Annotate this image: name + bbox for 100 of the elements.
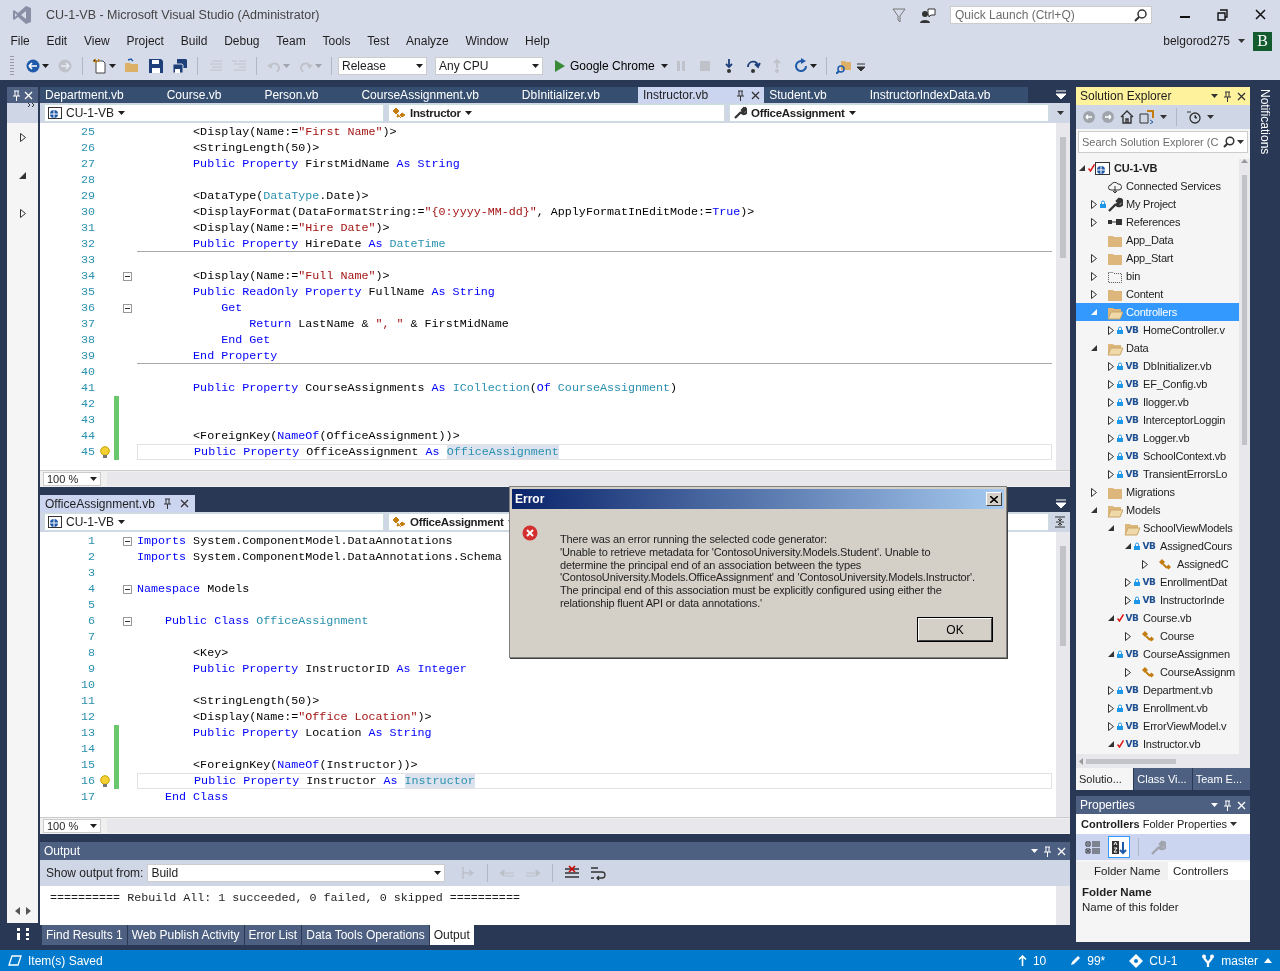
collapsed-arrow-icon[interactable] — [1091, 271, 1097, 281]
menu-item[interactable]: Test — [358, 32, 398, 50]
filter-icon[interactable] — [892, 7, 906, 23]
menu-item[interactable]: Build — [172, 32, 216, 50]
caret-icon[interactable] — [118, 111, 125, 115]
feedback-icon[interactable] — [920, 7, 936, 23]
menu-item[interactable]: Debug — [215, 32, 268, 50]
caret-icon[interactable] — [809, 64, 817, 68]
scrollbar[interactable] — [1056, 123, 1070, 470]
document-tab[interactable]: OfficeAssignment.vb — [40, 495, 195, 512]
tree-item[interactable]: VB CourseAssignmen — [1076, 645, 1239, 663]
collapsed-arrow-icon[interactable] — [1125, 631, 1131, 641]
dropdown-icon[interactable] — [1031, 849, 1038, 853]
collapsed-arrow-icon[interactable] — [19, 133, 26, 142]
panel-tab[interactable]: Team E... — [1192, 768, 1250, 790]
tree-item[interactable]: References — [1076, 213, 1239, 231]
expanded-arrow-icon[interactable] — [1108, 615, 1114, 621]
restore-icon[interactable] — [1217, 9, 1229, 21]
collapsed-arrow-icon[interactable] — [1125, 577, 1131, 587]
tab-menu-icon[interactable] — [1056, 498, 1066, 508]
branch-icon[interactable] — [1201, 954, 1216, 967]
panel-tab[interactable]: Error List — [244, 925, 302, 945]
sort-alphabetical-icon[interactable] — [1111, 839, 1127, 855]
tree-item[interactable]: Data — [1076, 339, 1239, 357]
class-dropdown[interactable]: Instructor — [388, 104, 725, 122]
tree-item[interactable]: VB TransientErrorsLo — [1076, 465, 1239, 483]
tree-item[interactable]: VB Logger.vb — [1076, 429, 1239, 447]
tree-item[interactable]: App_Start — [1076, 249, 1239, 267]
scrollbar[interactable] — [1056, 532, 1070, 817]
scrollbar[interactable] — [1239, 159, 1250, 754]
repository-name[interactable]: CU-1 — [1149, 953, 1178, 968]
menu-item[interactable]: Team — [267, 32, 315, 50]
menu-item[interactable]: Window — [457, 32, 517, 50]
caret-icon[interactable] — [1230, 822, 1238, 826]
caret-icon[interactable] — [118, 520, 125, 524]
tree-item[interactable]: VB ErrorViewModel.v — [1076, 717, 1239, 735]
collapsed-arrow-icon[interactable] — [1091, 253, 1097, 263]
tree-item[interactable]: Course — [1076, 627, 1239, 645]
step-over-icon[interactable] — [744, 58, 761, 74]
branch-name[interactable]: master — [1221, 953, 1258, 968]
pin-icon[interactable] — [1223, 90, 1232, 102]
caret-icon[interactable] — [416, 64, 423, 68]
expanded-arrow-icon[interactable] — [1125, 543, 1131, 549]
tree-item[interactable]: AssignedC — [1076, 555, 1239, 573]
collapse-icon[interactable] — [123, 536, 132, 546]
tree-item[interactable]: VB Instructor.vb — [1076, 735, 1239, 753]
new-item-icon[interactable] — [92, 58, 108, 74]
caret-icon[interactable] — [434, 871, 442, 875]
sync-icon[interactable] — [1139, 110, 1155, 124]
caret-icon[interactable] — [660, 64, 668, 68]
document-tab[interactable]: DbInitializer.vb — [516, 87, 638, 103]
document-tab[interactable]: Course.vb — [161, 87, 260, 103]
menu-item[interactable]: Edit — [38, 32, 76, 50]
collapsed-arrow-icon[interactable] — [1108, 433, 1114, 443]
categorized-icon[interactable] — [1085, 839, 1101, 855]
collapsed-arrow-icon[interactable] — [1108, 469, 1114, 479]
pending-count[interactable]: 10 — [1032, 953, 1047, 968]
history-icon[interactable] — [1186, 110, 1202, 124]
caret-icon[interactable] — [42, 64, 49, 68]
caret-icon[interactable] — [1160, 115, 1167, 119]
caret-icon[interactable] — [1237, 140, 1244, 144]
panel-tab[interactable]: Web Publish Activity — [127, 925, 244, 945]
document-tab[interactable]: Person.vb — [259, 87, 357, 103]
scrollbar[interactable] — [1056, 886, 1070, 925]
scrollbar[interactable] — [1076, 754, 1250, 768]
pin-icon[interactable] — [162, 498, 172, 509]
tree-item[interactable]: VB InterceptorLoggin — [1076, 411, 1239, 429]
expanded-arrow-icon[interactable] — [19, 172, 26, 179]
split-handle-icon[interactable] — [16, 928, 20, 940]
close-icon[interactable] — [751, 90, 761, 100]
save-all-icon[interactable] — [172, 58, 188, 74]
dropdown[interactable]: Any CPU — [435, 57, 543, 75]
dropdown[interactable]: Release — [338, 57, 427, 75]
home-icon[interactable] — [1120, 110, 1134, 124]
tree-item[interactable]: VB EnrollmentDat — [1076, 573, 1239, 591]
tree-item[interactable]: Models — [1076, 501, 1239, 519]
diamond-icon[interactable] — [1129, 953, 1144, 968]
collapsed-arrow-icon[interactable] — [1108, 361, 1114, 371]
dropdown-icon[interactable] — [1211, 94, 1218, 98]
menu-item[interactable]: File — [2, 32, 39, 50]
close-button[interactable] — [986, 492, 1002, 506]
ok-button[interactable]: OK — [918, 618, 992, 641]
zoom-dropdown[interactable]: 100 % — [43, 472, 101, 486]
close-icon[interactable] — [1255, 9, 1267, 21]
caret-icon[interactable] — [90, 477, 97, 481]
tree-item[interactable]: VB EF_Config.vb — [1076, 375, 1239, 393]
document-tab[interactable]: InstructorIndexData.vb — [864, 87, 1029, 103]
expanded-arrow-icon[interactable] — [1091, 345, 1097, 351]
lightbulb-icon[interactable] — [99, 445, 110, 459]
start-button[interactable]: Google Chrome — [551, 57, 659, 75]
collapsed-arrow-icon[interactable] — [1091, 487, 1097, 497]
document-tab[interactable]: Student.vb — [764, 87, 865, 103]
expanded-arrow-icon[interactable] — [1108, 525, 1114, 531]
restart-icon[interactable] — [792, 58, 809, 74]
user-name[interactable]: belgorod275 — [1163, 34, 1230, 48]
collapsed-arrow-icon[interactable] — [1108, 685, 1114, 695]
expanded-arrow-icon[interactable] — [1108, 741, 1114, 747]
tree-item[interactable]: VB HomeController.v — [1076, 321, 1239, 339]
tab-menu-icon[interactable] — [1056, 90, 1066, 99]
panel-tab[interactable]: Solutio... — [1076, 768, 1134, 790]
